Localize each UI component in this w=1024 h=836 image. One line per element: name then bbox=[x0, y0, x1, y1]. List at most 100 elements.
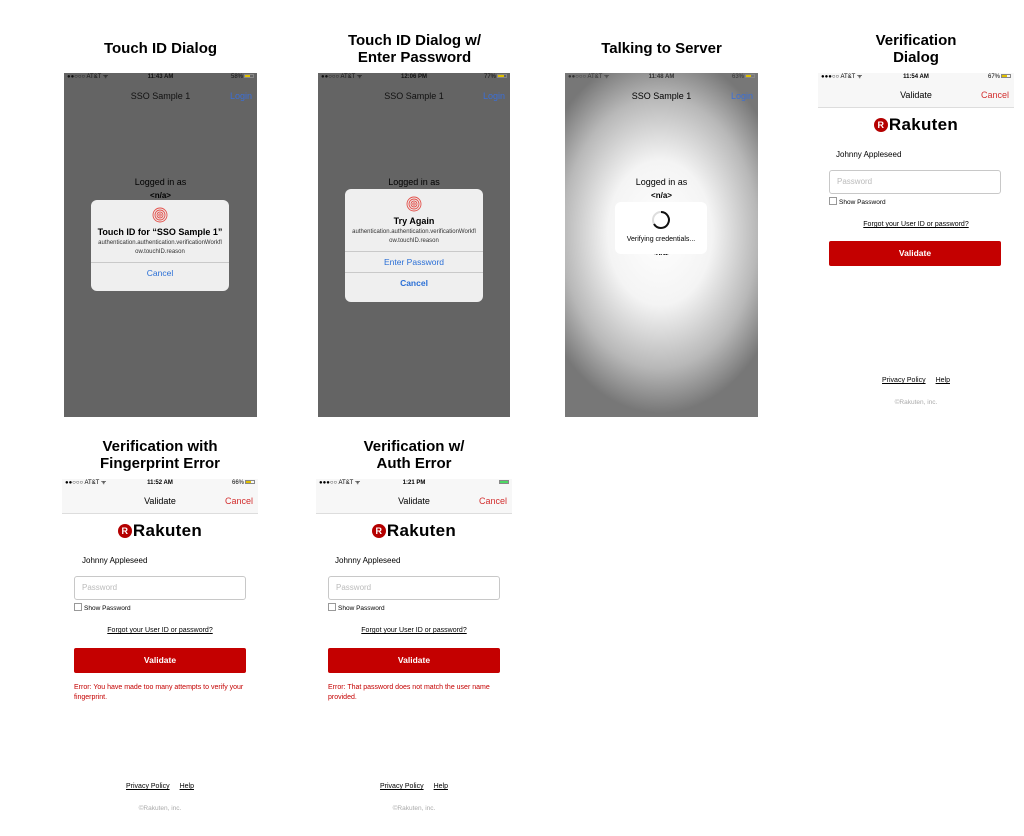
user-name: Johnny Appleseed bbox=[335, 556, 401, 565]
validate-button[interactable]: Validate bbox=[829, 241, 1001, 266]
alert-title: Touch ID for “SSO Sample 1” bbox=[97, 227, 223, 237]
screen-title-touch-id: Touch ID Dialog bbox=[103, 40, 218, 57]
rakuten-logo: R Rakuten bbox=[316, 521, 512, 541]
clock: 11:54 AM bbox=[903, 74, 929, 80]
status-bar: ●●○○○ AT&T ᯤ 12:06 PM 77% bbox=[318, 73, 510, 82]
title-line-2: Dialog bbox=[893, 49, 939, 66]
show-password-checkbox[interactable] bbox=[328, 603, 336, 611]
screen-title-touch-id-password: Touch ID Dialog w/ Enter Password bbox=[318, 32, 511, 66]
battery-icon bbox=[745, 74, 755, 79]
cancel-link[interactable]: Cancel bbox=[225, 488, 253, 514]
footer-links: Privacy Policy Help bbox=[316, 783, 512, 790]
phone-server: ●●○○○ AT&T ᯤ 11:48 AM 63% SSO Sample 1 L… bbox=[565, 73, 758, 417]
phone-fingerprint-error: ●●○○○ AT&T ᯤ 11:52 AM 66% Validate Cance… bbox=[62, 479, 258, 823]
show-password[interactable]: Show Password bbox=[74, 603, 131, 612]
phone-auth-error: ●●●○○ AT&T ᯤ 1:21 PM Validate Cancel R Ra… bbox=[316, 479, 512, 823]
copyright: ©Rakuten, inc. bbox=[138, 805, 182, 812]
battery-indicator: 63% bbox=[732, 73, 755, 82]
phone-verification: ●●●○○ AT&T ᯤ 11:54 AM 67% Validate Cance… bbox=[818, 73, 1014, 417]
login-link[interactable]: Login bbox=[483, 91, 505, 101]
status-bar: ●●●○○ AT&T ᯤ 1:21 PM bbox=[316, 479, 512, 488]
alert-message: authentication.authentication.verificati… bbox=[352, 229, 476, 244]
clock: 11:52 AM bbox=[147, 480, 173, 486]
help-link[interactable]: Help bbox=[434, 783, 448, 790]
validate-button[interactable]: Validate bbox=[74, 648, 246, 673]
nav-title: SSO Sample 1 bbox=[384, 91, 444, 101]
cancel-button[interactable]: Cancel bbox=[91, 263, 229, 278]
copyright: ©Rakuten, inc. bbox=[392, 805, 436, 812]
battery-icon bbox=[1001, 74, 1011, 79]
help-link[interactable]: Help bbox=[936, 377, 950, 384]
fingerprint-icon bbox=[406, 196, 422, 212]
title-line-1: Verification with bbox=[102, 438, 218, 455]
password-field[interactable]: Password bbox=[328, 576, 500, 600]
cancel-button[interactable]: Cancel bbox=[345, 273, 483, 288]
cancel-link[interactable]: Cancel bbox=[981, 82, 1009, 108]
password-field[interactable]: Password bbox=[829, 170, 1001, 194]
show-password-checkbox[interactable] bbox=[829, 197, 837, 205]
title-line-2: Auth Error bbox=[376, 455, 452, 472]
copyright: ©Rakuten, inc. bbox=[894, 399, 938, 406]
phone-touch-id: ●●○○○ AT&T ᯤ 11:43 AM 58% SSO Sample 1 L… bbox=[64, 73, 257, 417]
screen-title-auth-error: Verification w/ Auth Error bbox=[316, 438, 512, 472]
alert-title: Try Again bbox=[393, 216, 435, 226]
rakuten-r-icon: R bbox=[873, 118, 888, 132]
battery-icon bbox=[499, 480, 509, 485]
battery-icon bbox=[245, 480, 255, 485]
battery-indicator: 58% bbox=[231, 73, 254, 82]
battery-indicator: 66% bbox=[232, 479, 255, 488]
alert-message: authentication.authentication.verificati… bbox=[98, 240, 222, 255]
help-link[interactable]: Help bbox=[180, 783, 194, 790]
title-line-2: Fingerprint Error bbox=[99, 455, 220, 472]
nav-bar: SSO Sample 1 Login bbox=[565, 91, 758, 105]
verifying-overlay: Verifying credentials... bbox=[615, 202, 707, 254]
clock: 11:43 AM bbox=[147, 74, 174, 80]
forgot-link[interactable]: Forgot your User ID or password? bbox=[316, 627, 512, 634]
touch-id-alert: Touch ID for “SSO Sample 1” authenticati… bbox=[91, 200, 229, 291]
logged-in-user: <n/a> bbox=[651, 191, 672, 200]
show-password[interactable]: Show Password bbox=[829, 197, 886, 206]
rakuten-r-icon: R bbox=[371, 524, 386, 538]
screen-title-server: Talking to Server bbox=[601, 40, 722, 57]
phone-touch-id-password: ●●○○○ AT&T ᯤ 12:06 PM 77% SSO Sample 1 L… bbox=[318, 73, 510, 417]
privacy-policy-link[interactable]: Privacy Policy bbox=[126, 783, 170, 790]
forgot-link[interactable]: Forgot your User ID or password? bbox=[818, 221, 1014, 228]
login-link[interactable]: Login bbox=[230, 91, 252, 101]
nav-bar: Validate Cancel bbox=[818, 82, 1014, 108]
password-field[interactable]: Password bbox=[74, 576, 246, 600]
rakuten-logo: R Rakuten bbox=[62, 521, 258, 541]
clock: 12:06 PM bbox=[400, 74, 427, 80]
logged-in-label: Logged in as bbox=[388, 177, 440, 187]
nav-title: SSO Sample 1 bbox=[631, 91, 692, 101]
status-bar: ●●○○○ AT&T ᯤ 11:52 AM 66% bbox=[62, 479, 258, 488]
title-line-1: Verification bbox=[875, 32, 957, 49]
status-bar: ●●○○○ AT&T ᯤ 11:43 AM 58% bbox=[64, 73, 257, 82]
cancel-link[interactable]: Cancel bbox=[479, 488, 507, 514]
footer-links: Privacy Policy Help bbox=[818, 377, 1014, 384]
error-message: Error: That password does not match the … bbox=[328, 684, 490, 701]
screen-title-fingerprint-error: Verification with Fingerprint Error bbox=[62, 438, 258, 472]
enter-password-button[interactable]: Enter Password bbox=[345, 252, 483, 272]
clock: 1:21 PM bbox=[402, 480, 426, 486]
logged-in-label: Logged in as bbox=[134, 177, 187, 187]
show-password-checkbox[interactable] bbox=[74, 603, 82, 611]
title-line-1: Verification w/ bbox=[363, 438, 465, 455]
show-password[interactable]: Show Password bbox=[328, 603, 385, 612]
user-name: Johnny Appleseed bbox=[82, 556, 148, 565]
login-link[interactable]: Login bbox=[731, 91, 753, 101]
rakuten-r-icon: R bbox=[117, 524, 132, 538]
nav-bar: SSO Sample 1 Login bbox=[64, 91, 257, 105]
forgot-link[interactable]: Forgot your User ID or password? bbox=[62, 627, 258, 634]
status-bar: ●●○○○ AT&T ᯤ 11:48 AM 63% bbox=[565, 73, 758, 82]
battery-indicator bbox=[498, 479, 509, 488]
nav-bar: Validate Cancel bbox=[316, 488, 512, 514]
screen-title-verification: Verification Dialog bbox=[818, 32, 1014, 66]
privacy-policy-link[interactable]: Privacy Policy bbox=[882, 377, 926, 384]
battery-indicator: 67% bbox=[988, 73, 1011, 82]
touch-id-retry-alert: Try Again authentication.authentication.… bbox=[345, 189, 483, 302]
privacy-policy-link[interactable]: Privacy Policy bbox=[380, 783, 424, 790]
title-line-2: Enter Password bbox=[357, 49, 472, 66]
fingerprint-icon bbox=[152, 207, 168, 223]
nav-bar: Validate Cancel bbox=[62, 488, 258, 514]
validate-button[interactable]: Validate bbox=[328, 648, 500, 673]
